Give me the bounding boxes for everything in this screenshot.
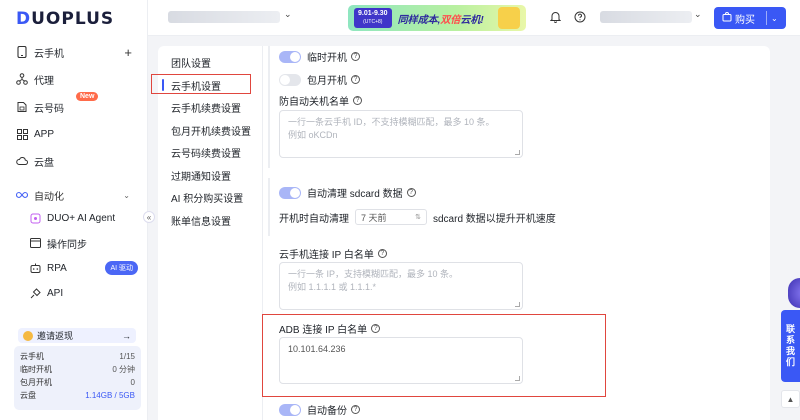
coin-icon: [23, 330, 33, 341]
monthly-boot-toggle[interactable]: [279, 73, 301, 86]
robot-icon: [30, 263, 41, 274]
subnav-monthly-renewal[interactable]: 包月开机续费设置: [171, 122, 251, 138]
highlight-box-subnav: [151, 74, 251, 94]
help-icon[interactable]: ?: [406, 188, 416, 197]
chevron-down-icon: ⌄: [123, 190, 130, 200]
promo-banner[interactable]: 9.01-9.30 (UTC+8) 同样成本,双倍云机!: [348, 5, 526, 31]
invite-cashback-button[interactable]: 邀请返现 →: [18, 328, 136, 343]
temp-boot-row: 临时开机 ?: [279, 49, 360, 64]
monthly-boot-row: 包月开机 ?: [279, 72, 360, 87]
subnav-billing-info[interactable]: 账单信息设置: [171, 212, 231, 228]
auto-backup-toggle[interactable]: [279, 403, 301, 416]
sidebar-item-cloud-disk[interactable]: 云盘: [16, 150, 136, 172]
no-shutdown-label: 防自动关机名单 ?: [279, 93, 362, 108]
promo-slogan: 同样成本,双倍云机!: [397, 14, 484, 26]
infinity-icon: [16, 189, 28, 201]
phone-icon: [16, 46, 28, 58]
usage-row: 云手机 1/15: [20, 352, 135, 361]
sdcard-clean-toggle[interactable]: [279, 186, 301, 199]
sync-window-icon: [30, 238, 41, 249]
sidebar-item-ai-agent[interactable]: DUO+ AI Agent: [30, 207, 142, 229]
help-icon[interactable]: ?: [377, 249, 387, 258]
usage-row: 云盘 1.14GB / 5GB: [20, 391, 135, 400]
subnav-expiry-notice[interactable]: 过期通知设置: [171, 167, 231, 183]
add-phone-icon[interactable]: +: [124, 45, 132, 60]
updown-icon: ⇅: [415, 214, 421, 221]
cloud-phone-settings-form: 临时开机 ? 包月开机 ? 防自动关机名单 ? 一行一条云手机 ID，不支持模糊…: [262, 46, 728, 420]
no-shutdown-textarea[interactable]: 一行一条云手机 ID，不支持模糊匹配，最多 10 条。 例如 oKCDn: [279, 110, 523, 158]
usage-row: 包月开机 0: [20, 378, 135, 387]
resize-handle[interactable]: [515, 302, 520, 307]
sidebar-item-api[interactable]: API: [30, 282, 142, 304]
sidebar-item-cloud-number[interactable]: 云号码 New: [16, 92, 136, 118]
ai-assistant-float-icon[interactable]: [788, 278, 800, 308]
ai-driven-badge: AI 驱动: [105, 261, 138, 275]
help-icon[interactable]: ?: [351, 52, 360, 61]
help-icon[interactable]: [573, 10, 587, 24]
account-name-blurred[interactable]: [600, 11, 692, 23]
settings-panel: 团队设置 云手机设置 云手机续费设置 包月开机续费设置 云号码续费设置 过期通知…: [151, 46, 770, 420]
sidebar-item-app[interactable]: APP: [16, 123, 136, 145]
contact-us-button[interactable]: 联 系 我 们: [781, 310, 800, 382]
usage-row: 临时开机 0 分钟: [20, 365, 135, 374]
clean-days-select[interactable]: 7 天前 ⇅: [355, 209, 427, 225]
ip-whitelist-textarea[interactable]: 一行一条 IP，支持模糊匹配，最多 10 条。 例如 1.1.1.1 或 1.1…: [279, 262, 523, 310]
sidebar-item-rpa[interactable]: RPA AI 驱动: [30, 257, 142, 279]
subnav-ai-credits[interactable]: AI 积分购买设置: [171, 189, 243, 205]
help-icon[interactable]: ?: [353, 96, 362, 105]
new-badge: New: [76, 92, 99, 101]
sidebar: DUOPLUS 云手机 + 代理 云号码 New APP 云盘 自动化 ⌄ DU…: [0, 0, 148, 420]
clean-on-boot-row: 开机时自动清理 7 天前 ⇅ sdcard 数据以提升开机速度: [279, 209, 556, 225]
chevron-down-icon[interactable]: ⌄: [694, 9, 702, 20]
collapse-sidebar-button[interactable]: «: [143, 211, 155, 223]
promo-date: 9.01-9.30 (UTC+8): [354, 8, 392, 28]
promo-mascot-icon: [498, 7, 520, 29]
subnav-phone-renewal[interactable]: 云手机续费设置: [171, 99, 241, 115]
network-icon: [16, 73, 28, 85]
api-plug-icon: [30, 287, 41, 299]
settings-subnav: 团队设置 云手机设置 云手机续费设置 包月开机续费设置 云号码续费设置 过期通知…: [158, 46, 263, 420]
temp-boot-toggle[interactable]: [279, 50, 301, 63]
logo[interactable]: DUOPLUS: [16, 9, 114, 29]
chevron-down-icon[interactable]: ⌄: [284, 9, 292, 20]
subnav-number-renewal[interactable]: 云号码续费设置: [171, 144, 241, 160]
top-bar: ⌄ 9.01-9.30 (UTC+8) 同样成本,双倍云机! ⌄ 购买 ⌄: [148, 0, 800, 36]
cart-icon: [722, 11, 732, 25]
auto-backup-row: 自动备份 ?: [279, 402, 360, 417]
usage-summary: 云手机 1/15 临时开机 0 分钟 包月开机 0 云盘 1.14GB / 5GB: [14, 346, 141, 410]
sidebar-item-cloud-phone[interactable]: 云手机 +: [16, 41, 136, 63]
sim-icon: [16, 101, 28, 113]
sdcard-clean-row: 自动清理 sdcard 数据 ?: [279, 185, 416, 200]
bell-icon[interactable]: [548, 10, 562, 24]
help-icon[interactable]: ?: [351, 405, 360, 414]
back-to-top-icon[interactable]: ▲: [781, 390, 800, 408]
subnav-team-settings[interactable]: 团队设置: [171, 54, 211, 70]
highlight-box-adb: [262, 314, 606, 397]
resize-handle[interactable]: [515, 150, 520, 155]
arrow-right-icon: →: [122, 330, 131, 341]
sidebar-item-sync[interactable]: 操作同步: [30, 232, 142, 254]
ip-whitelist-label: 云手机连接 IP 白名单 ?: [279, 246, 387, 261]
cloud-icon: [16, 155, 28, 167]
chevron-down-icon[interactable]: ⌄: [771, 14, 778, 23]
workspace-name-blurred[interactable]: [168, 11, 280, 23]
help-icon[interactable]: ?: [351, 75, 360, 84]
apps-grid-icon: [16, 128, 28, 140]
ai-agent-icon: [30, 213, 41, 224]
sidebar-item-proxy[interactable]: 代理: [16, 68, 136, 90]
buy-button[interactable]: 购买 ⌄: [714, 7, 786, 29]
sidebar-group-automation[interactable]: 自动化 ⌄: [16, 184, 136, 206]
